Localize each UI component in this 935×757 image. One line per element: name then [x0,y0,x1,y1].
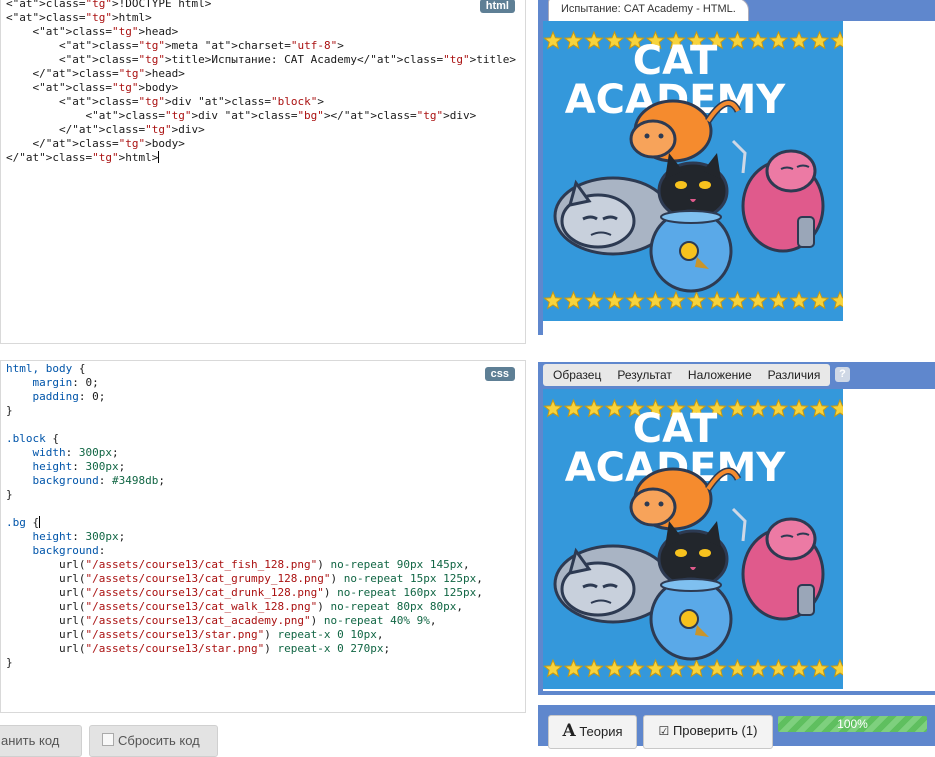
css-editor[interactable]: css html, body { margin: 0; padding: 0;}… [0,360,526,713]
text-cursor [39,516,41,528]
mode-overlay[interactable]: Наложение [680,364,760,386]
check-button[interactable]: ☑ Проверить (1) [643,715,773,749]
code-line: <"at">class="tg">html> [6,11,152,24]
theory-icon: A [562,721,576,741]
theory-button[interactable]: A Теория [548,715,637,749]
code-line: padding: 0; [32,390,106,403]
result-preview: CATACADEMY [543,21,935,339]
scene-illustration: CATACADEMY [543,389,843,689]
code-line: <"at">class="tg">body> [6,81,179,94]
cat-academy-scene-sample: CATACADEMY [543,389,843,689]
scene-illustration: CATACADEMY [543,21,843,321]
code-line: </"at">class="tg">body> [6,137,185,150]
code-line: .block { [6,432,59,445]
code-line: <"at">class="tg">div "at">class="bg"></"… [6,109,477,122]
html-code: <"at">class="tg">!DOCTYPE html> <"at">cla… [1,0,525,165]
code-line: width: 300px; [32,446,119,459]
css-code: html, body { margin: 0; padding: 0;} .bl… [1,361,525,670]
code-line: <"at">class="tg">meta "at">charset="utf-… [6,39,344,52]
theory-label: Теория [579,724,623,739]
code-line: background: #3498db; [32,474,165,487]
code-line: <"at">class="tg">!DOCTYPE html> [6,0,212,10]
code-line: .bg { [6,516,41,529]
compare-panel: Образец Результат Наложение Различия ? C… [538,362,935,695]
code-line: </"at">class="tg">div> [6,123,205,136]
code-line: url("/assets/course13/cat_grumpy_128.png… [6,572,483,585]
code-line: <"at">class="tg">title>Испытание: CAT Ac… [6,53,516,66]
preview-tab: Испытание: CAT Academy - HTML. [548,0,749,21]
code-line: background: [32,544,106,557]
code-line: height: 300px; [32,530,126,543]
code-line: url("/assets/course13/star.png") repeat-… [6,628,384,641]
code-line: <"at">class="tg">head> [6,25,179,38]
code-line: </"at">class="tg">head> [6,67,185,80]
code-line: } [6,404,13,417]
code-line: height: 300px; [32,460,126,473]
code-line: </"at">class="tg">html> [6,151,160,164]
code-line: margin: 0; [32,376,99,389]
html-badge: html [479,0,515,13]
code-line: url("/assets/course13/star.png") repeat-… [6,642,391,655]
html-editor[interactable]: html <"at">class="tg">!DOCTYPE html> <"at… [0,0,526,344]
code-line: url("/assets/course13/cat_walk_128.png")… [6,600,464,613]
progress-bar: 100% [778,716,927,732]
save-code-button[interactable]: анить код [0,725,82,757]
sample-preview: CATACADEMY [543,389,935,691]
check-label: Проверить (1) [672,723,758,738]
mode-result[interactable]: Результат [609,364,680,386]
code-line: url("/assets/course13/cat_drunk_128.png"… [6,586,483,599]
code-line: url("/assets/course13/cat_fish_128.png")… [6,558,470,571]
code-line: html, body { [6,362,86,375]
check-icon: ☑ [658,724,670,738]
mode-sample[interactable]: Образец [545,364,609,386]
mode-diff[interactable]: Различия [760,364,829,386]
code-line: url("/assets/course13/cat_academy.png") … [6,614,437,627]
text-cursor [158,151,160,163]
code-line: <"at">class="tg">div "at">class="block"> [6,95,324,108]
action-bar: A Теория ☑ Проверить (1) 100% [538,705,935,749]
css-badge: css [484,367,515,381]
help-button[interactable]: ? [835,367,850,382]
code-line: } [6,656,13,669]
reset-icon [102,733,114,746]
code-line: } [6,488,13,501]
result-panel: Испытание: CAT Academy - HTML. CATACADEM… [538,0,935,339]
compare-mode-bar: Образец Результат Наложение Различия [543,364,831,386]
reset-code-button[interactable]: Сбросить код [89,725,218,757]
progress-label: 100% [837,717,868,731]
cat-academy-scene: CATACADEMY [543,21,843,321]
